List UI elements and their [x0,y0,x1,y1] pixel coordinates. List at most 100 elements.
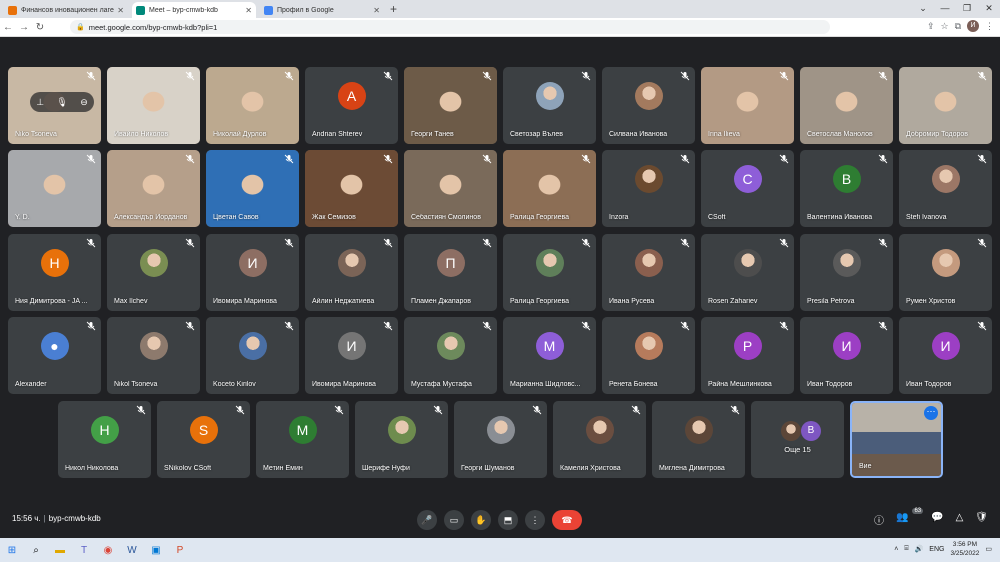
participant-tile[interactable]: В Валентина Иванова [800,150,893,227]
teams-icon[interactable]: T [72,538,96,562]
participant-tile[interactable]: Добромир Тодоров [899,67,992,144]
participant-tile[interactable]: Rosen Zahariev [701,234,794,311]
participant-name: SNikolov CSoft [164,465,212,472]
participant-tile[interactable]: Георги Танев [404,67,497,144]
share-icon[interactable]: ⇪ [927,21,935,32]
mute-icon[interactable]: 🎙 [56,97,67,108]
more-options-icon[interactable]: ⋯ [924,406,938,420]
host-controls-icon[interactable]: 🛡 [975,512,988,527]
call-controls: 🎤 ▭ ✋ ⬒ ⋮ ☎ [417,510,582,530]
participant-tile[interactable]: Айлин Неджатиева [305,234,398,311]
participant-tile[interactable]: Inzora [602,150,695,227]
network-icon[interactable]: ⌸ [904,545,908,553]
participant-tile[interactable]: Светослав Манолов [800,67,893,144]
browser-tab[interactable]: Профил в Google ✕ [260,2,384,18]
activities-icon[interactable]: △ [956,512,964,527]
participant-tile[interactable]: Камелия Христова [553,401,646,478]
forward-icon[interactable]: → [16,22,32,33]
end-call-button[interactable]: ☎ [552,510,582,530]
profile-avatar[interactable]: И [967,20,979,32]
more-participants-tile[interactable]: В Още 15 [751,401,844,478]
file-explorer-icon[interactable]: ▬ [48,538,72,562]
participant-tile[interactable]: A Andrian Shterev [305,67,398,144]
participant-tile[interactable]: Николай Дурлов [206,67,299,144]
participant-tile[interactable]: Н Никол Николова [58,401,151,478]
participant-tile[interactable]: П Пламен Джапаров [404,234,497,311]
participant-tile[interactable]: Силвана Иванова [602,67,695,144]
notifications-icon[interactable]: ▭ [985,545,992,553]
participant-tile[interactable]: Георги Шуманов [454,401,547,478]
photos-icon[interactable]: ▣ [144,538,168,562]
participant-tile[interactable]: ● Alexander [8,317,101,394]
extensions-icon[interactable]: ⧉ [955,21,961,32]
close-icon[interactable]: ✕ [117,6,124,15]
participant-tile[interactable]: S SNikolov CSoft [157,401,250,478]
tab-search-icon[interactable]: ⌄ [912,0,934,16]
participant-tile[interactable]: Шерифе Нуфи [355,401,448,478]
info-icon[interactable]: ⓘ [874,512,884,527]
close-icon[interactable]: ✕ [245,6,252,15]
participant-tile[interactable]: Ралица Георгиева [503,150,596,227]
volume-icon[interactable]: 🔊 [915,545,924,553]
menu-icon[interactable]: ⋮ [985,21,994,32]
participant-tile[interactable]: Мустафа Мустафа [404,317,497,394]
participant-tile[interactable]: Ивана Русева [602,234,695,311]
word-icon[interactable]: W [120,538,144,562]
minimize-icon[interactable]: — [934,0,956,16]
participant-tile[interactable]: М Марианна Шидловс... [503,317,596,394]
close-window-icon[interactable]: ✕ [978,0,1000,16]
browser-tab[interactable]: Финансов иновационен лагер : ✕ [4,2,128,18]
participant-tile[interactable]: Р Райна Мешлинкова [701,317,794,394]
taskbar-clock[interactable]: 3:56 PM 3/25/2022 [950,540,979,558]
people-icon[interactable]: 👥63 [896,508,924,527]
participant-tile[interactable]: Себастиян Смолинов [404,150,497,227]
address-bar[interactable]: 🔒 meet.google.com/byp-cmwb-kdb?pli=1 [70,20,830,34]
participant-tile[interactable]: Presila Petrova [800,234,893,311]
close-icon[interactable]: ✕ [373,6,380,15]
participant-tile[interactable]: Ивайло Николов [107,67,200,144]
chrome-icon[interactable]: ◉ [96,538,120,562]
participant-tile[interactable]: И Ивомира Маринова [206,234,299,311]
participant-tile[interactable]: Y. D. [8,150,101,227]
participant-tile[interactable]: И Иван Тодоров [899,317,992,394]
remove-icon[interactable]: ⊖ [80,97,88,108]
browser-tab[interactable]: Meet – byp-cmwb-kdb ✕ [132,2,256,18]
new-tab-button[interactable]: + [390,2,397,18]
reload-icon[interactable]: ↻ [32,22,48,33]
participant-tile[interactable]: Цветан Савов [206,150,299,227]
maximize-icon[interactable]: ❐ [956,0,978,16]
participant-tile[interactable]: Irina Ilieva [701,67,794,144]
participant-tile[interactable]: Niko Tsoneva ⊥ 🎙 ⊖ [8,67,101,144]
raise-hand-button[interactable]: ✋ [471,510,491,530]
participant-tile[interactable]: Max Ilchev [107,234,200,311]
participant-tile[interactable]: И Иван Тодоров [800,317,893,394]
pin-icon[interactable]: ⊥ [36,97,44,108]
participant-tile[interactable]: Nikol Tsoneva [107,317,200,394]
tray-chevron-icon[interactable]: ˄ [894,546,898,553]
participant-tile[interactable]: Koceto Kirilov [206,317,299,394]
participant-tile[interactable]: И Ивомира Маринова [305,317,398,394]
participant-tile[interactable]: Ралица Георгиева [503,234,596,311]
present-button[interactable]: ⬒ [498,510,518,530]
camera-button[interactable]: ▭ [444,510,464,530]
chat-icon[interactable]: 💬 [931,512,943,527]
powerpoint-icon[interactable]: P [168,538,192,562]
participant-tile[interactable]: Жак Семизов [305,150,398,227]
participant-tile[interactable]: Румен Христов [899,234,992,311]
participant-tile[interactable]: C CSoft [701,150,794,227]
search-icon[interactable]: ⌕ [24,538,48,562]
self-view-tile[interactable]: ⋯ Вие [850,401,943,478]
participant-tile[interactable]: Александър Йорданов [107,150,200,227]
back-icon[interactable]: ← [0,22,16,33]
windows-start-icon[interactable]: ⊞ [0,538,24,562]
participant-tile[interactable]: Н Ния Димитрова - JA ... [8,234,101,311]
language-indicator[interactable]: ENG [929,546,944,553]
participant-tile[interactable]: Ренета Бонева [602,317,695,394]
participant-tile[interactable]: Светозар Вълев [503,67,596,144]
mic-button[interactable]: 🎤 [417,510,437,530]
participant-tile[interactable]: Миглена Димитрова [652,401,745,478]
participant-tile[interactable]: Stefi Ivanova [899,150,992,227]
star-icon[interactable]: ☆ [940,21,948,32]
participant-tile[interactable]: М Метин Емин [256,401,349,478]
more-options-button[interactable]: ⋮ [525,510,545,530]
